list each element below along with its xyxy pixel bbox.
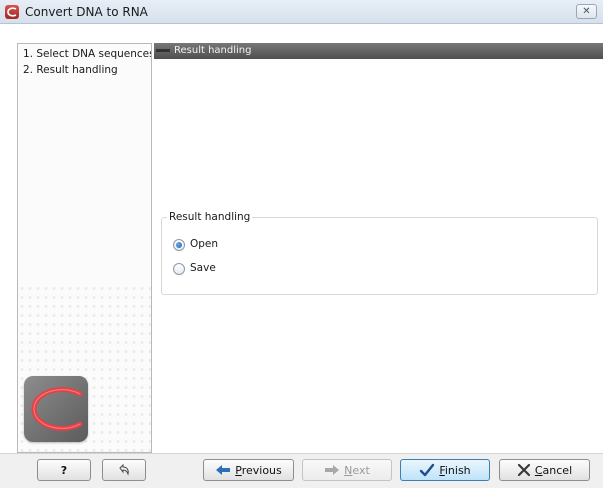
panel-header-title: Result handling: [174, 45, 252, 56]
open-radio-label[interactable]: Open: [190, 238, 218, 250]
cancel-button[interactable]: Cancel: [499, 459, 590, 481]
arrow-right-icon: [324, 464, 340, 476]
finish-button-label: Finish: [439, 463, 471, 477]
next-button[interactable]: Next: [302, 459, 392, 481]
previous-button[interactable]: Previous: [203, 459, 294, 481]
window-title: Convert DNA to RNA: [25, 5, 148, 19]
panel-header: Result handling: [154, 43, 603, 59]
header-pill-decoration: [156, 49, 170, 52]
close-button[interactable]: ✕: [576, 4, 597, 19]
close-icon: ✕: [582, 6, 591, 17]
clc-logo-icon: [24, 376, 88, 442]
finish-button[interactable]: Finish: [400, 459, 490, 481]
help-button[interactable]: ?: [37, 459, 91, 481]
save-radio[interactable]: [173, 263, 185, 275]
previous-button-label: Previous: [235, 463, 282, 477]
arrow-left-icon: [215, 464, 231, 476]
cancel-button-label: Cancel: [534, 463, 573, 477]
result-handling-group-title: Result handling: [167, 211, 253, 223]
restore-defaults-button[interactable]: [102, 459, 146, 481]
save-radio-label[interactable]: Save: [190, 262, 216, 274]
next-button-label: Next: [344, 463, 370, 477]
wizard-steps-sidebar: 1. Select DNA sequences 2. Result handli…: [17, 43, 152, 453]
restore-defaults-icon: [117, 463, 131, 477]
app-logo-icon: [5, 5, 19, 19]
x-icon: [517, 463, 531, 477]
title-bar: Convert DNA to RNA ✕: [0, 0, 603, 24]
step-select-dna-sequences[interactable]: 1. Select DNA sequences: [23, 48, 151, 60]
step-result-handling[interactable]: 2. Result handling: [23, 64, 118, 76]
result-handling-group: [161, 217, 598, 295]
check-icon: [419, 463, 435, 477]
help-button-label: ?: [60, 463, 68, 477]
open-radio[interactable]: [173, 239, 185, 251]
